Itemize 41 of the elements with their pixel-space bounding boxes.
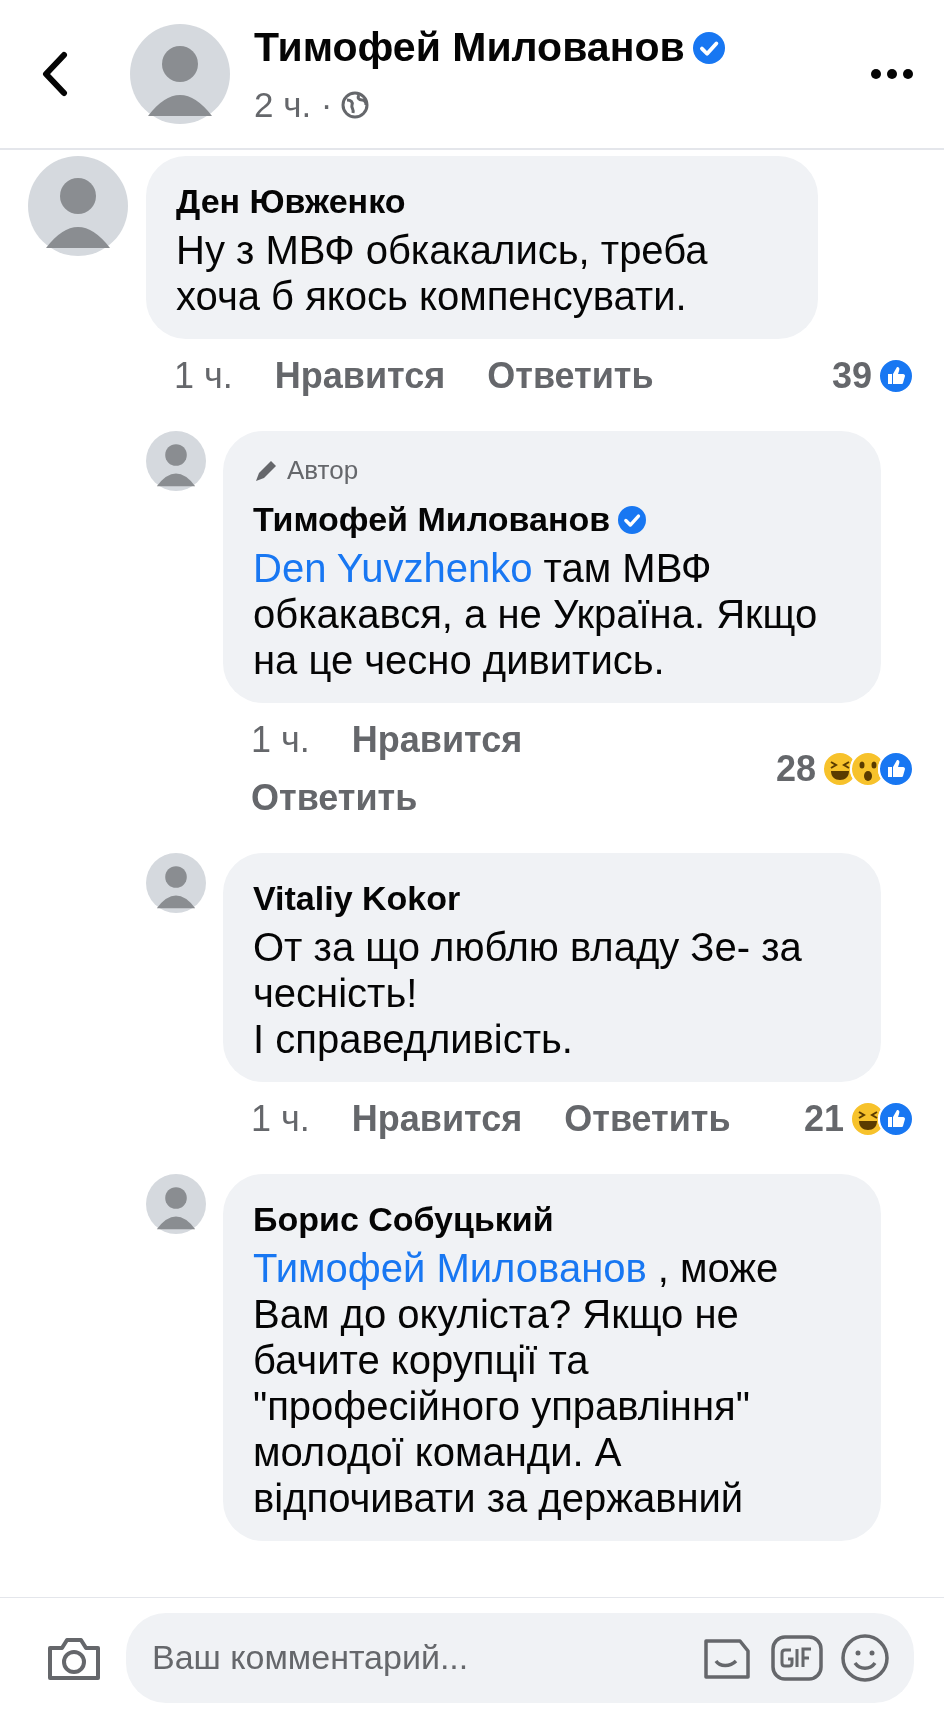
comment-time: 1 ч. <box>174 354 233 398</box>
like-reaction-icon <box>878 1101 914 1137</box>
commenter-name[interactable]: Тимофей Милованов <box>253 494 611 545</box>
smiley-icon[interactable] <box>840 1632 890 1683</box>
avatar[interactable] <box>146 853 206 913</box>
reply-link[interactable]: Ответить <box>251 771 418 825</box>
comment-text: От за що люблю владу Зе- за чесність! І справедливість. <box>253 924 803 1062</box>
commenter-name[interactable]: Ден Ювженко <box>176 176 406 227</box>
more-icon[interactable] <box>870 68 914 80</box>
reply-link[interactable]: Ответить <box>564 1092 731 1146</box>
avatar[interactable] <box>130 24 230 124</box>
reply-link[interactable]: Ответить <box>487 349 654 403</box>
globe-icon <box>340 90 369 119</box>
reaction-count: 21 <box>803 1097 844 1141</box>
comment-field[interactable]: Ваш комментарий... <box>126 1612 914 1703</box>
verified-icon <box>692 31 725 64</box>
avatar[interactable] <box>28 156 128 256</box>
verified-icon <box>618 505 647 534</box>
like-reaction-icon <box>878 358 914 394</box>
like-reaction-icon <box>878 751 914 787</box>
comment-text: Ну з МВФ обкакались, треба хоча б якось компенсувати. <box>176 227 709 319</box>
author-name[interactable]: Тимофей Милованов <box>254 17 685 79</box>
comment-time: 1 ч. <box>251 718 310 762</box>
comment-text: Тимофей Милованов , може Вам до окуліста? Якщо не бачите корупції та "професійного управління" молодої команди. А відпочивати за державний <box>253 1245 780 1521</box>
comment-text: Den Yuvzhenko там МВФ обкакався, а не Україна. Якщо на це чесно дивитись. <box>253 545 819 683</box>
gif-icon[interactable] <box>770 1633 824 1682</box>
mention-link[interactable]: Тимофей Милованов <box>253 1246 647 1290</box>
reaction-count: 28 <box>775 747 816 791</box>
like-link[interactable]: Нравится <box>274 349 446 403</box>
avatar[interactable] <box>146 431 206 491</box>
mention-link[interactable]: Den Yuvzhenko <box>253 546 533 590</box>
avatar[interactable] <box>146 1174 206 1234</box>
author-label: Автор <box>287 454 359 487</box>
commenter-name[interactable]: Борис Собуцький <box>253 1194 554 1245</box>
back-icon[interactable] <box>40 51 70 97</box>
commenter-name[interactable]: Vitaliy Kokor <box>253 873 461 924</box>
post-time: 2 ч. · <box>254 83 333 126</box>
like-link[interactable]: Нравится <box>351 713 523 767</box>
reaction-count: 39 <box>831 354 872 398</box>
like-link[interactable]: Нравится <box>351 1092 523 1146</box>
comment-time: 1 ч. <box>251 1097 310 1141</box>
